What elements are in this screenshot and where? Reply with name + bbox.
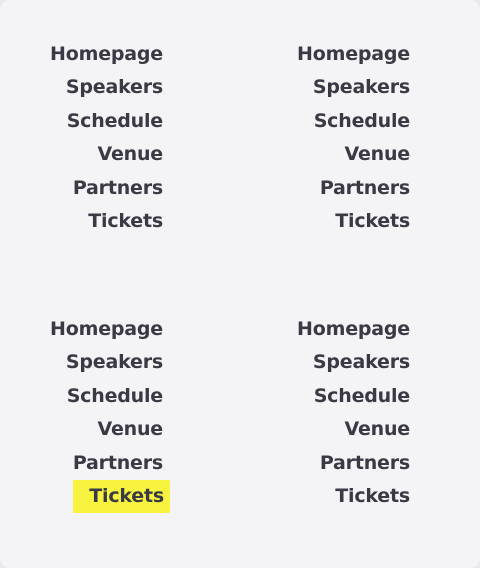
menu-item-venue[interactable]: Venue: [247, 413, 417, 446]
menu-item-homepage[interactable]: Homepage: [247, 38, 417, 71]
menu-item-partners[interactable]: Partners: [0, 172, 170, 205]
menu-item-partners[interactable]: Partners: [247, 172, 417, 205]
menu-item-label: Tickets: [88, 209, 163, 232]
menu-item-homepage[interactable]: Homepage: [0, 313, 170, 346]
menu-item-tickets[interactable]: Tickets: [0, 205, 170, 238]
menu-item-label: Venue: [97, 418, 164, 441]
nav-menu-top-right: Homepage Speakers Schedule Venue Partner…: [247, 38, 417, 238]
menu-item-venue[interactable]: Venue: [0, 413, 170, 446]
menu-item-label: Schedule: [66, 384, 163, 407]
menu-item-partners[interactable]: Partners: [247, 447, 417, 480]
menu-item-label: Schedule: [313, 384, 410, 407]
menu-item-schedule[interactable]: Schedule: [247, 380, 417, 413]
menu-item-schedule[interactable]: Schedule: [247, 105, 417, 138]
menu-item-venue[interactable]: Venue: [0, 138, 170, 171]
menu-item-label: Speakers: [65, 76, 163, 99]
menu-item-speakers[interactable]: Speakers: [247, 71, 417, 104]
menu-item-schedule[interactable]: Schedule: [0, 380, 170, 413]
menu-item-label: Partners: [72, 176, 163, 199]
menu-item-label: Homepage: [297, 318, 410, 340]
menu-item-schedule[interactable]: Schedule: [0, 105, 170, 138]
menu-item-tickets[interactable]: Tickets: [247, 480, 417, 513]
menu-item-tickets[interactable]: Tickets: [247, 205, 417, 238]
nav-menu-top-left: Homepage Speakers Schedule Venue Partner…: [0, 38, 170, 238]
menu-item-label: Partners: [319, 451, 410, 474]
menu-item-label: Speakers: [65, 351, 163, 374]
menu-item-label: Tickets: [335, 209, 410, 232]
menu-item-label: Homepage: [50, 318, 163, 340]
menu-item-speakers[interactable]: Speakers: [247, 346, 417, 379]
menu-item-label: Partners: [319, 176, 410, 199]
menu-item-homepage[interactable]: Homepage: [247, 313, 417, 346]
menu-item-label: Schedule: [66, 109, 163, 132]
menu-item-label: Venue: [344, 418, 411, 441]
menu-item-label: Venue: [344, 143, 411, 166]
menu-item-venue[interactable]: Venue: [247, 138, 417, 171]
menu-item-label: Partners: [72, 451, 163, 474]
menu-item-label: Homepage: [297, 43, 410, 65]
menu-item-partners[interactable]: Partners: [0, 447, 170, 480]
menu-item-label: Speakers: [312, 76, 410, 99]
canvas: Homepage Speakers Schedule Venue Partner…: [0, 0, 480, 568]
menu-item-label: Tickets: [73, 479, 170, 513]
menu-item-label: Schedule: [313, 109, 410, 132]
menu-item-label: Tickets: [335, 484, 410, 507]
menu-item-homepage[interactable]: Homepage: [0, 38, 170, 71]
menu-item-tickets-highlighted[interactable]: Tickets: [0, 479, 170, 513]
menu-item-label: Speakers: [312, 351, 410, 374]
menu-item-speakers[interactable]: Speakers: [0, 346, 170, 379]
menu-item-label: Homepage: [50, 43, 163, 65]
menu-item-speakers[interactable]: Speakers: [0, 71, 170, 104]
nav-menu-bottom-left: Homepage Speakers Schedule Venue Partner…: [0, 313, 170, 513]
menu-item-label: Venue: [97, 143, 164, 166]
nav-menu-bottom-right: Homepage Speakers Schedule Venue Partner…: [247, 313, 417, 513]
